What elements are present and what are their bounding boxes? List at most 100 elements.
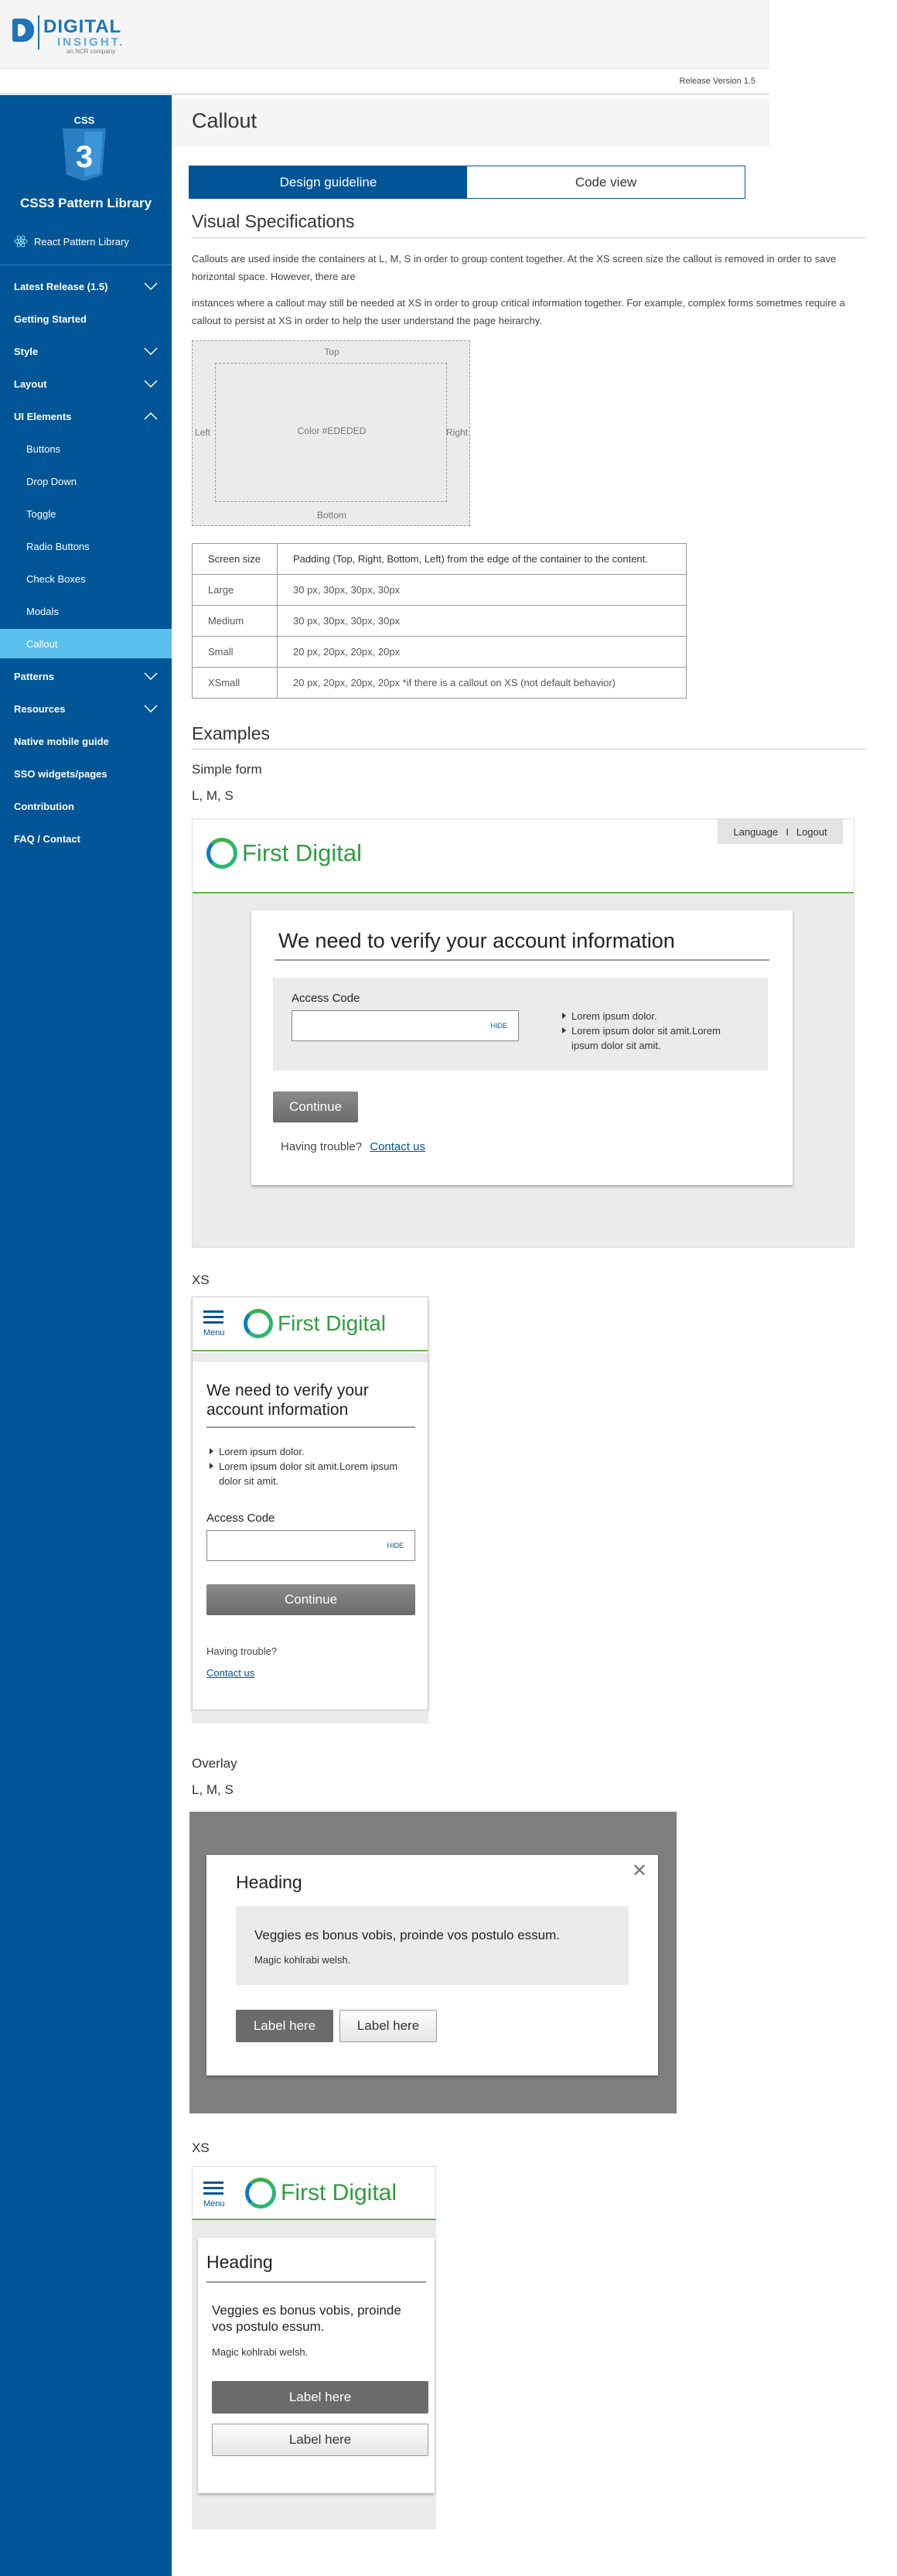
sidebar-item-drop-down[interactable]: Drop Down <box>0 466 172 496</box>
hide-toggle[interactable]: HIDE <box>490 1022 507 1030</box>
sidebar-item-modals[interactable]: Modals <box>0 596 172 626</box>
table-header-cell: Screen size <box>192 543 278 575</box>
tab-code-view[interactable]: Code view <box>467 166 745 198</box>
callout-subtext: Magic kohlrabi welsh. <box>254 1954 351 1966</box>
xs-label: XS <box>192 1273 210 1287</box>
react-link-label: React Pattern Library <box>34 235 129 248</box>
callout-bullets: Lorem ipsum dolor. Lorem ipsum dolor sit… <box>208 1444 409 1488</box>
access-code-input[interactable]: HIDE <box>292 1010 519 1041</box>
lms-label: L, M, S <box>192 788 234 803</box>
continue-button[interactable]: Continue <box>206 1584 415 1615</box>
sidebar-item-layout[interactable]: Layout <box>0 369 172 398</box>
first-digital-logo[interactable]: First Digital <box>245 2178 397 2209</box>
secondary-button[interactable]: Label here <box>339 2010 437 2042</box>
sidebar-item-toggle[interactable]: Toggle <box>0 499 172 528</box>
page-header: Callout <box>172 98 769 147</box>
trouble-text: Having trouble? <box>206 1645 278 1657</box>
menu-label[interactable]: Menu <box>203 2199 225 2209</box>
secondary-button[interactable]: Label here <box>212 2424 428 2456</box>
sidebar-item-radio-buttons[interactable]: Radio Buttons <box>0 531 172 561</box>
chevron-down-icon <box>144 705 158 712</box>
sidebar-item-latest-release-1-5[interactable]: Latest Release (1.5) <box>0 272 172 301</box>
hide-toggle[interactable]: HIDE <box>387 1542 404 1549</box>
logout-link[interactable]: Logout <box>796 826 827 838</box>
tab-design-guideline[interactable]: Design guideline <box>189 166 467 198</box>
digital-insight-logo[interactable]: DIGITAL INSIGHT. an NCR company <box>12 14 144 57</box>
table-header-row: Screen size Padding (Top, Right, Bottom,… <box>192 543 687 575</box>
react-icon <box>14 235 28 248</box>
table-cell: 20 px, 20px, 20px, 20px *if there is a c… <box>277 667 687 699</box>
verify-card: We need to verify your account informati… <box>251 910 793 1185</box>
first-digital-brand: First Digital <box>278 1311 387 1335</box>
language-link[interactable]: Language <box>733 826 778 838</box>
callout-bullets: Lorem ipsum dolor. Lorem ipsum dolor sit… <box>561 1009 746 1053</box>
first-digital-logo[interactable]: First Digital <box>244 1309 386 1338</box>
trouble-text: Having trouble? <box>281 1140 363 1153</box>
sidebar-item-check-boxes[interactable]: Check Boxes <box>0 564 172 593</box>
table-row: Large 30 px, 30px, 30px, 30px <box>192 574 687 606</box>
menu-label[interactable]: Menu <box>203 1328 225 1338</box>
list-item: Lorem ipsum dolor sit amit.Lorem ipsum d… <box>208 1459 409 1488</box>
verify-heading: We need to verify your account informati… <box>206 1382 369 1419</box>
sidebar-item-label: Style <box>14 345 39 357</box>
diagram-bottom-label: Bottom <box>316 510 346 521</box>
sidebar-item-patterns[interactable]: Patterns <box>0 661 172 691</box>
sidebar-item-label: Native mobile guide <box>14 735 109 747</box>
sidebar-item-label: Layout <box>14 378 47 390</box>
top-header: DIGITAL INSIGHT. an NCR company <box>0 0 769 68</box>
primary-button[interactable]: Label here <box>212 2381 428 2414</box>
sidebar-item-contribution[interactable]: Contribution <box>0 791 172 821</box>
table-cell: 20 px, 20px, 20px, 20px <box>277 636 687 668</box>
sidebar-item-label: Radio Buttons <box>26 540 90 552</box>
sidebar-item-sso-widgets-pages[interactable]: SSO widgets/pages <box>0 759 172 788</box>
table-cell: Medium <box>192 605 278 637</box>
hamburger-menu-icon[interactable] <box>203 1310 223 1327</box>
first-digital-logo[interactable]: First Digital <box>206 838 362 869</box>
first-digital-brand: First Digital <box>242 839 363 866</box>
sidebar-item-label: Getting Started <box>14 313 87 325</box>
sidebar-item-style[interactable]: Style <box>0 337 172 366</box>
sidebar-item-getting-started[interactable]: Getting Started <box>0 304 172 333</box>
callout-box: Veggies es bonus vobis, proinde vos post… <box>236 1906 629 1985</box>
first-digital-brand: First Digital <box>281 2180 397 2205</box>
primary-button[interactable]: Label here <box>236 2010 333 2042</box>
sidebar-item-label: Toggle <box>26 507 56 520</box>
sidebar-item-native-mobile-guide[interactable]: Native mobile guide <box>0 726 172 756</box>
table-cell: Large <box>192 574 278 606</box>
chevron-down-icon <box>144 347 158 355</box>
sidebar-item-faq-contact[interactable]: FAQ / Contact <box>0 824 172 853</box>
overlay-modal: ✕ Heading Veggies es bonus vobis, proind… <box>206 1855 658 2075</box>
page-title: Callout <box>192 109 258 132</box>
example-site-header: Language I Logout First Digital <box>193 819 854 893</box>
continue-button[interactable]: Continue <box>273 1092 358 1122</box>
list-item: Lorem ipsum dolor. <box>561 1009 746 1023</box>
sidebar-item-label: Buttons <box>26 442 61 455</box>
padding-diagram-content: Color #EDEDED <box>215 363 447 502</box>
verify-heading: We need to verify your account informati… <box>278 929 675 952</box>
diagram-top-label: Top <box>324 347 339 357</box>
padding-table: Screen size Padding (Top, Right, Bottom,… <box>192 543 687 699</box>
contact-us-link[interactable]: Contact us <box>370 1140 425 1153</box>
table-header-cell: Padding (Top, Right, Bottom, Left) from … <box>277 543 687 575</box>
sidebar-item-callout[interactable]: Callout <box>0 629 172 658</box>
hamburger-menu-icon[interactable] <box>203 2181 223 2198</box>
sidebar-item-label: SSO widgets/pages <box>14 767 107 780</box>
close-icon[interactable]: ✕ <box>632 1860 647 1882</box>
table-row: XSmall 20 px, 20px, 20px, 20px *if there … <box>192 667 687 699</box>
sidebar-item-ui-elements[interactable]: UI Elements <box>0 401 172 431</box>
access-code-label: Access Code <box>292 992 360 1005</box>
xs-phone-frame: Menu First Digital We need to verify you… <box>192 1297 428 1710</box>
sidebar-item-resources[interactable]: Resources <box>0 694 172 723</box>
table-row: Medium 30 px, 30px, 30px, 30px <box>192 605 687 637</box>
table-row: Small 20 px, 20px, 20px, 20px <box>192 636 687 668</box>
release-version: Release Version 1.5 <box>679 77 755 86</box>
sidebar-item-buttons[interactable]: Buttons <box>0 434 172 463</box>
access-code-input[interactable]: HIDE <box>206 1530 415 1561</box>
css3-shield-icon: CSS 3 <box>63 114 106 181</box>
react-pattern-library-link[interactable]: React Pattern Library <box>14 234 129 248</box>
overlay-lms-label: L, M, S <box>192 1782 234 1797</box>
callout-subtext: Magic kohlrabi welsh. <box>212 2346 309 2358</box>
list-item: Lorem ipsum dolor. <box>208 1444 409 1459</box>
diagram-center-label: Color #EDEDED <box>297 425 367 436</box>
contact-us-link[interactable]: Contact us <box>206 1667 254 1679</box>
